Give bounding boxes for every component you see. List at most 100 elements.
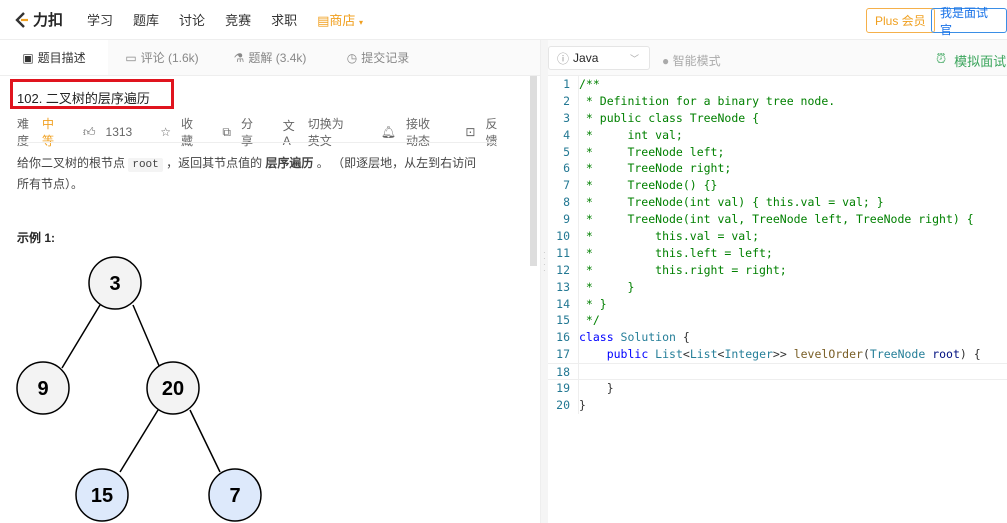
nav-discuss[interactable]: 讨论 — [179, 10, 205, 29]
language-value: Java — [573, 51, 599, 65]
tab-description[interactable]: ▣ 题目描述 — [0, 40, 108, 75]
nav-learn[interactable]: 学习 — [87, 10, 113, 29]
code-text: public List<List<Integer>> levelOrder(Tr… — [578, 346, 1007, 364]
code-line: 1 /** — [548, 76, 1007, 93]
line-number: 12 — [556, 262, 570, 277]
flask-icon: ⚗ — [233, 50, 245, 65]
line-number: 8 — [563, 195, 570, 210]
language-select[interactable]: ⓘ Java ﹀ — [548, 46, 650, 70]
problem-tabs: ▣ 题目描述 ▭ 评论 (1.6k) ⚗ 题解 (3.4k) ◷ 提交记录 — [0, 40, 540, 76]
smart-mode-toggle[interactable]: ● 智能模式 — [662, 52, 721, 69]
line-number: 14 — [556, 296, 570, 311]
code-text: /** — [578, 76, 1007, 93]
favorite-button[interactable]: ☆ 收藏 — [160, 115, 200, 149]
switch-language-button[interactable]: 文A 切换为英文 — [283, 115, 359, 149]
line-number: 11 — [556, 245, 570, 260]
code-text: * TreeNode() {} — [578, 177, 1007, 195]
example-title: 示例 1: — [17, 231, 56, 245]
line-number: 20 — [556, 397, 570, 412]
info-icon: ⓘ — [557, 51, 570, 66]
subscribe-label: 接收动态 — [405, 117, 430, 148]
tree-diagram: 3 9 20 15 7 — [16, 256, 262, 522]
feedback-label: 反馈 — [485, 117, 498, 148]
smart-mode-label: 智能模式 — [672, 54, 721, 68]
line-number: 4 — [563, 127, 570, 142]
tab-label: 提交记录 — [361, 51, 410, 65]
comment-icon: ▭ — [125, 50, 137, 65]
nav-jobs[interactable]: 求职 — [271, 10, 297, 29]
difficulty-label: 难度 — [17, 117, 30, 148]
tab-label: 题解 (3.4k) — [248, 51, 307, 65]
clock-icon: ◷ — [346, 50, 358, 65]
tab-label: 评论 (1.6k) — [140, 51, 199, 65]
panel-resizer[interactable] — [540, 40, 548, 523]
line-number: 3 — [563, 110, 570, 125]
dot-icon: ● — [662, 54, 673, 68]
editor-toolbar: ⓘ Java ﹀ ● 智能模式 ⏰︎ 模拟面试 — [548, 40, 1007, 76]
line-number: 13 — [556, 279, 570, 294]
code-text: } — [578, 396, 1007, 414]
line-number: 15 — [556, 313, 570, 328]
code-text: * this.val = val; — [578, 228, 1007, 245]
code-line: 8 * TreeNode(int val) { this.val = val; … — [548, 194, 1007, 212]
line-number: 2 — [563, 93, 570, 108]
line-number: 10 — [556, 229, 570, 244]
subscribe-button[interactable]: 🔔︎ 接收动态 — [381, 115, 444, 149]
tab-solutions[interactable]: ⚗ 题解 (3.4k) — [216, 40, 324, 75]
code-line: 14 * } — [548, 295, 1007, 313]
chevron-down-icon: ﹀ — [629, 53, 639, 64]
tree-node-value: 20 — [162, 378, 184, 400]
code-text: * int val; — [578, 126, 1007, 144]
tab-submissions[interactable]: ◷ 提交记录 — [324, 40, 432, 75]
code-line: 17 public List<List<Integer>> levelOrder… — [548, 346, 1007, 364]
code-text: * } — [578, 295, 1007, 313]
code-text — [578, 364, 1007, 380]
description-icon: ▣ — [22, 50, 34, 65]
code-line: 11 * this.left = left; — [548, 244, 1007, 262]
problem-description: 给你二叉树的根节点 root ，返回其节点值的 层序遍历 。 （即逐层地，从左到… — [17, 154, 487, 194]
code-line: 2 * Definition for a binary tree node. — [548, 92, 1007, 110]
code-text: * TreeNode(int val, TreeNode left, TreeN… — [578, 211, 1007, 229]
nav-problems[interactable]: 题库 — [133, 10, 159, 29]
line-number: 17 — [556, 347, 570, 362]
share-icon: ⧉ — [222, 124, 231, 139]
code-text: * TreeNode right; — [578, 160, 1007, 178]
code-text: * this.right = right; — [578, 261, 1007, 279]
code-line: 20} — [548, 396, 1007, 414]
tree-node-value: 15 — [91, 485, 113, 507]
feedback-icon: ⊡ — [465, 125, 476, 139]
difficulty-badge: 中等 — [41, 117, 54, 148]
problem-meta: 难度 中等 👍︎ 1313 ☆ 收藏 ⧉ 分享 文A 切换为英文 🔔︎ 接收动态 ⊡ 反馈 — [17, 115, 527, 149]
share-button[interactable]: ⧉ 分享 — [222, 115, 260, 149]
line-number: 1 — [563, 77, 570, 91]
feedback-button[interactable]: ⊡ 反馈 — [465, 115, 505, 149]
plus-member-button[interactable]: Plus 会员 — [866, 8, 935, 33]
problem-title: 102. 二叉树的层序遍历 — [10, 79, 174, 109]
line-number: 18 — [556, 365, 570, 380]
code-line: 3 * public class TreeNode { — [548, 109, 1007, 127]
nav-shop[interactable]: ▤商店 ▾ — [317, 10, 363, 29]
shop-icon: ▤ — [317, 13, 330, 28]
tab-comments[interactable]: ▭ 评论 (1.6k) — [108, 40, 216, 75]
resize-grip-icon: · · · · — [543, 248, 546, 275]
mock-interview-button[interactable]: ⏰︎ 模拟面试 — [936, 51, 1006, 70]
code-line: 13 * } — [548, 278, 1007, 296]
like-count: 1313 — [105, 125, 133, 139]
code-text: } — [578, 380, 1007, 397]
logo[interactable]: 力扣 — [14, 9, 63, 30]
like-button[interactable]: 👍︎ 1313 — [83, 115, 138, 149]
code-line: 18 — [548, 363, 1007, 381]
desc-bold: 层序遍历 — [265, 156, 314, 170]
line-number: 5 — [563, 144, 570, 159]
interviewer-button[interactable]: 我是面试官 — [931, 6, 1007, 37]
switch-language-label: 切换为英文 — [307, 117, 344, 148]
leetcode-logo-icon — [15, 11, 28, 28]
code-editor[interactable]: 1 /** 2 * Definition for a binary tree nod… — [548, 76, 1007, 414]
line-number: 9 — [563, 212, 570, 227]
code-text: * TreeNode left; — [578, 143, 1007, 161]
scrollbar[interactable] — [530, 76, 537, 266]
line-number: 6 — [563, 161, 570, 176]
nav-contest[interactable]: 竞赛 — [225, 10, 251, 29]
code-text: * TreeNode(int val) { this.val = val; } — [578, 194, 1007, 212]
star-icon: ☆ — [160, 125, 171, 139]
